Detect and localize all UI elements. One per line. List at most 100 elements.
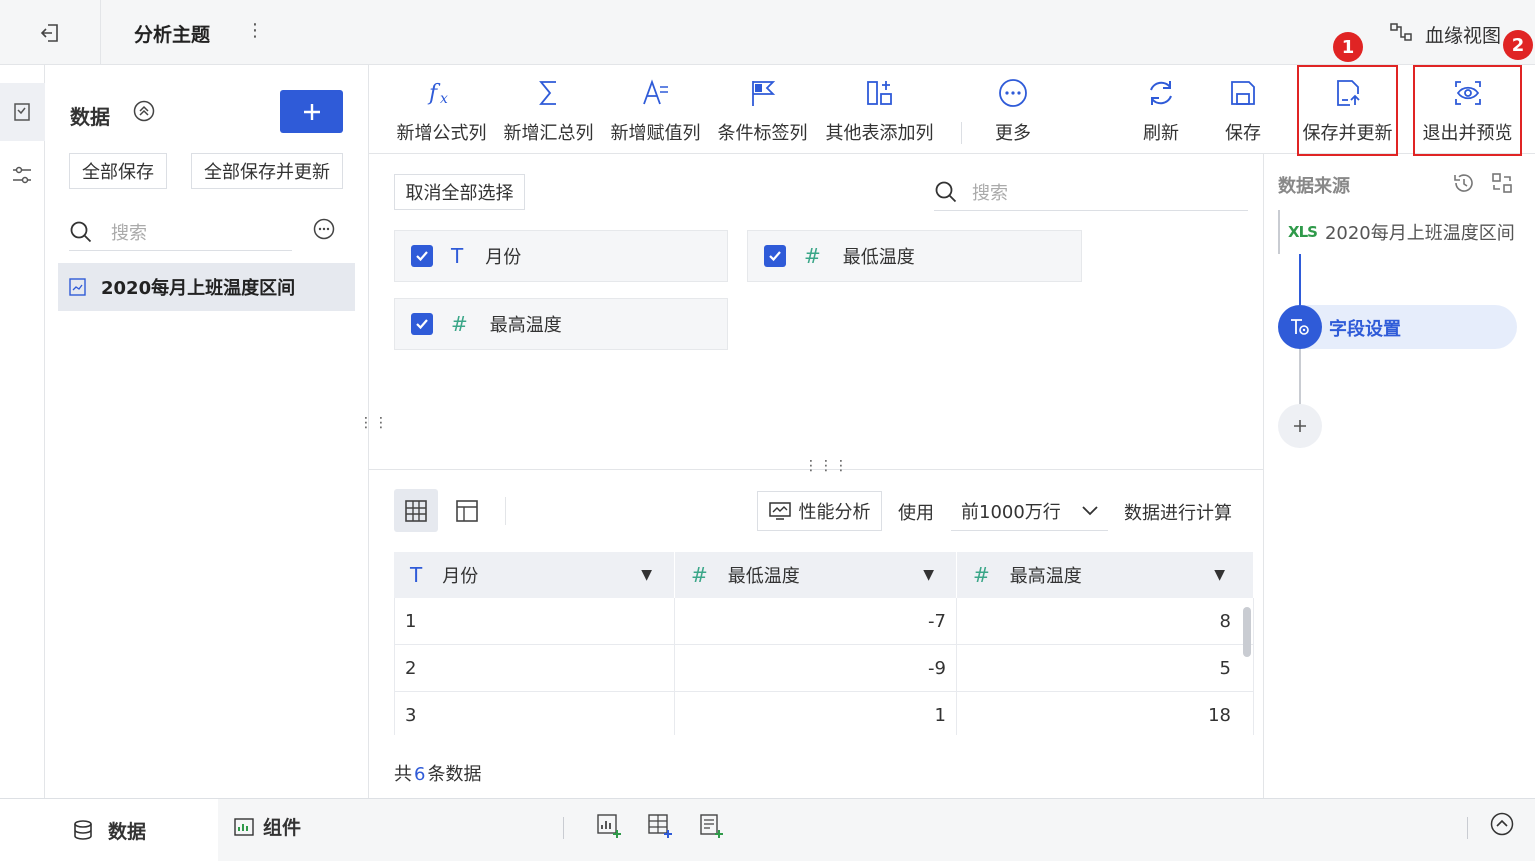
refresh-button[interactable]: 刷新 [1122, 67, 1200, 145]
table-scrollbar[interactable] [1243, 607, 1251, 657]
toolbar: fx 新增公式列 新增汇总列 新增赋值列 条件标签列 其他表添加列 更多 刷新 … [369, 65, 1535, 156]
add-chart-icon[interactable] [596, 813, 622, 839]
lineage-view-button[interactable]: 血缘视图 [1425, 21, 1501, 48]
table-row: 2 -9 5 [394, 645, 1254, 692]
search-input[interactable]: 搜索 [111, 219, 147, 245]
field-item[interactable]: # 最高温度 [394, 298, 728, 350]
deselect-all-button[interactable]: 取消全部选择 [394, 174, 525, 210]
divider [505, 497, 506, 525]
source-dataset-name: 2020每月上班温度区间 [1324, 223, 1515, 244]
performance-analysis-button[interactable]: 性能分析 [757, 491, 882, 531]
source-dataset-item[interactable]: XLS 2020每月上班温度区间 [1278, 210, 1534, 254]
add-assign-column-button[interactable]: 新增赋值列 [603, 67, 708, 145]
checkbox-checked[interactable] [764, 245, 786, 267]
switch-source-icon[interactable] [1490, 171, 1514, 195]
column-header-max-temp[interactable]: # 最高温度 ▼ [957, 552, 1254, 598]
flag-icon [751, 81, 775, 106]
dataset-item[interactable]: 2020每月上班温度区间 [58, 263, 355, 311]
save-all-button[interactable]: 全部保存 [69, 153, 167, 189]
tab-component[interactable]: 组件 [233, 813, 301, 840]
grid-view-icon[interactable] [394, 489, 438, 532]
field-search-input[interactable]: 搜索 [972, 179, 1008, 205]
use-label: 使用 [898, 503, 934, 524]
history-icon[interactable] [1452, 171, 1476, 195]
page-title: 分析主题 [134, 24, 211, 46]
field-name: 月份 [485, 247, 522, 268]
plus-icon [303, 103, 320, 120]
field-selection-area: 取消全部选择 搜索 T 月份 # 最低温度 # 最高温度 [369, 154, 1263, 470]
database-icon [74, 820, 92, 840]
sort-caret-icon[interactable]: ▼ [923, 567, 934, 583]
add-step-button[interactable] [1278, 404, 1322, 448]
lineage-icon[interactable] [1390, 22, 1414, 42]
more-options-icon[interactable] [313, 218, 335, 240]
save-and-update-button[interactable]: 保存并更新 [1297, 65, 1398, 156]
save-update-icon [1336, 80, 1360, 106]
data-panel-icon[interactable] [0, 83, 45, 141]
xls-icon: XLS [1288, 223, 1318, 241]
svg-text:f: f [427, 81, 441, 106]
data-source-panel: 数据来源 XLS 2020每月上班温度区间 字段设置 [1263, 154, 1535, 798]
chart-file-icon [69, 278, 86, 296]
field-settings-label: 字段设置 [1329, 319, 1401, 340]
save-all-update-button[interactable]: 全部保存并更新 [191, 153, 343, 189]
number-type-icon: # [691, 563, 708, 587]
number-type-icon: # [451, 312, 468, 336]
field-item[interactable]: T 月份 [394, 230, 728, 282]
settings-sliders-icon[interactable] [11, 164, 33, 186]
condition-tag-column-button[interactable]: 条件标签列 [710, 67, 815, 145]
calc-label: 数据进行计算 [1124, 503, 1232, 524]
checkbox-checked[interactable] [411, 245, 433, 267]
text-type-icon: T [451, 244, 464, 268]
source-title: 数据来源 [1278, 176, 1350, 197]
more-vertical-icon[interactable]: ⋮ [246, 20, 264, 41]
tab-data[interactable]: 数据 [0, 799, 218, 861]
font-assign-icon [642, 79, 668, 105]
column-header-month[interactable]: T 月份 ▼ [394, 552, 675, 598]
divider [563, 817, 564, 839]
layout-view-icon[interactable] [455, 499, 479, 523]
exit-and-preview-button[interactable]: 退出并预览 [1413, 65, 1522, 156]
row-limit-select[interactable]: 前1000万行 [951, 491, 1108, 531]
data-preview: 性能分析 使用 前1000万行 数据进行计算 T 月份 ▼ # 最低温度 ▼ #… [369, 471, 1263, 798]
field-settings-icon[interactable] [1278, 305, 1322, 349]
exit-icon[interactable] [0, 0, 101, 65]
text-type-icon: T [410, 563, 423, 587]
add-summary-column-button[interactable]: 新增汇总列 [496, 67, 601, 145]
refresh-icon [1150, 81, 1172, 105]
monitor-chart-icon [768, 502, 791, 520]
bottom-bar: 数据 组件 [0, 798, 1535, 861]
add-formula-column-button[interactable]: fx 新增公式列 [389, 67, 494, 145]
fx-icon: fx [427, 81, 448, 107]
badge-two: 2 [1503, 30, 1533, 60]
add-report-icon[interactable] [698, 813, 724, 839]
number-type-icon: # [804, 244, 821, 268]
collapse-up-icon[interactable] [133, 100, 155, 122]
field-name: 最低温度 [842, 247, 915, 268]
save-icon [1231, 81, 1255, 105]
column-header-min-temp[interactable]: # 最低温度 ▼ [675, 552, 957, 598]
search-icon [70, 221, 92, 242]
add-table-icon[interactable] [647, 813, 673, 839]
other-table-column-button[interactable]: 其他表添加列 [817, 67, 942, 145]
search-icon [935, 181, 957, 202]
number-type-icon: # [973, 563, 990, 587]
search-box[interactable]: 搜索 [69, 213, 292, 251]
add-column-icon [866, 81, 892, 105]
add-button[interactable] [280, 90, 343, 133]
row-count: 共 6 条数据 [394, 764, 482, 785]
field-item[interactable]: # 最低温度 [747, 230, 1082, 282]
sort-caret-icon[interactable]: ▼ [641, 567, 652, 583]
toolbar-divider [961, 122, 962, 144]
data-panel: 数据 全部保存 全部保存并更新 搜索 2020每月上班温度区间 [45, 65, 369, 798]
svg-text:x: x [440, 91, 448, 107]
sort-caret-icon[interactable]: ▼ [1214, 567, 1225, 583]
sigma-icon [538, 81, 556, 105]
field-name: 最高温度 [489, 315, 562, 336]
save-button[interactable]: 保存 [1204, 67, 1282, 145]
more-button[interactable]: 更多 [969, 67, 1057, 145]
field-search-box[interactable]: 搜索 [934, 173, 1248, 211]
divider [1467, 817, 1468, 839]
expand-up-icon[interactable] [1490, 812, 1514, 836]
checkbox-checked[interactable] [411, 313, 433, 335]
